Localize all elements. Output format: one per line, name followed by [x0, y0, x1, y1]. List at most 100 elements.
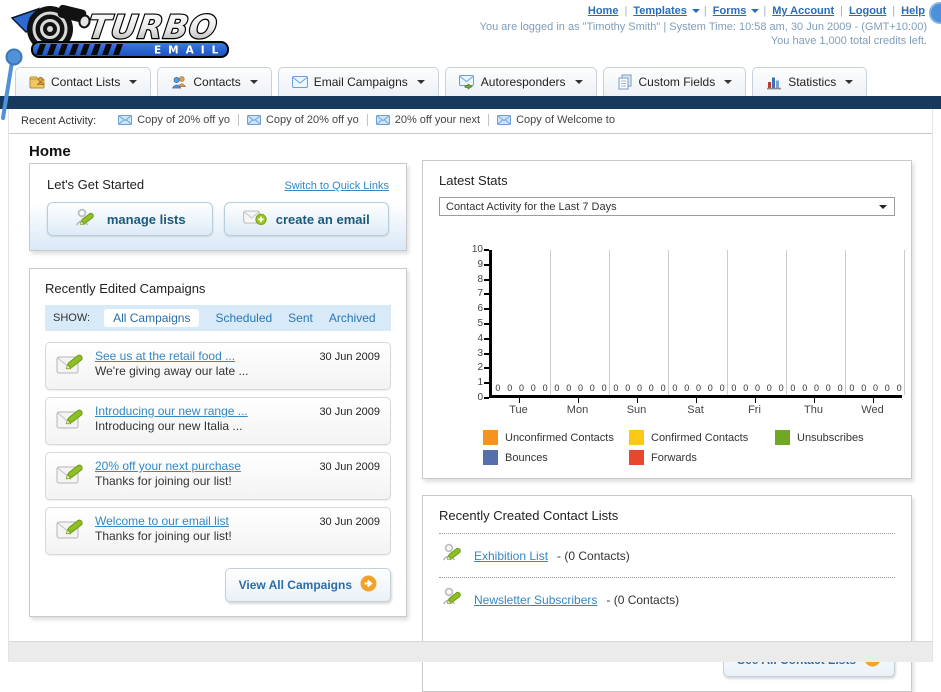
recent-activity-item[interactable]: Copy of Welcome to	[489, 114, 623, 126]
top-nav-link-home[interactable]: Home	[588, 5, 619, 17]
chevron-down-icon	[751, 9, 760, 17]
chart-value-labels: 00000	[787, 383, 846, 393]
legend-item-forwards: Forwards	[629, 450, 775, 465]
tab-label: Email Campaigns	[313, 75, 408, 89]
recent-contact-lists-title: Recently Created Contact Lists	[439, 508, 619, 523]
chart-value-label: 0	[695, 383, 701, 393]
nav-separator: |	[624, 5, 628, 17]
legend-label: Unconfirmed Contacts	[505, 431, 614, 444]
chart-value-labels: 00000	[728, 383, 787, 393]
legend-swatch	[483, 450, 498, 465]
chevron-down-icon	[129, 80, 138, 88]
chart-value-label: 0	[861, 383, 867, 393]
tab-contact-lists[interactable]: Contact Lists	[15, 67, 152, 96]
top-nav-link-my-account[interactable]: My Account	[772, 5, 834, 17]
legend-label: Forwards	[651, 451, 697, 464]
campaign-date: 30 Jun 2009	[319, 351, 380, 363]
y-axis-tick	[484, 382, 489, 385]
envelope-pencil-icon	[56, 404, 86, 437]
view-all-campaigns-button[interactable]: View All Campaigns	[224, 568, 391, 602]
contact-list-row[interactable]: Newsletter Subscribers - (0 Contacts)	[439, 577, 895, 621]
y-axis-tick-label: 10	[471, 244, 483, 255]
top-nav-link-forms[interactable]: Forms	[713, 5, 747, 17]
contact-list-row[interactable]: Exhibition List - (0 Contacts)	[439, 533, 895, 577]
button-label: manage lists	[106, 211, 186, 227]
campaign-title-link[interactable]: 20% off your next purchase	[95, 459, 310, 474]
legend-item-unconfirmed-contacts: Unconfirmed Contacts	[483, 430, 629, 445]
switch-to-quick-links-link[interactable]: Switch to Quick Links	[284, 180, 389, 192]
stats-period-select[interactable]: Contact Activity for the Last 7 Days	[439, 197, 895, 216]
chart-value-labels: 00000	[669, 383, 728, 393]
nav-separator: |	[840, 5, 844, 17]
top-nav-link-templates[interactable]: Templates	[633, 5, 687, 17]
chart-value-label: 0	[790, 383, 796, 393]
legend-label: Bounces	[505, 451, 548, 464]
y-axis-tick-label: 7	[477, 288, 483, 300]
tab-label: Contact Lists	[51, 75, 121, 89]
y-axis-tick	[484, 337, 489, 340]
chevron-down-icon	[416, 80, 425, 88]
chevron-down-icon	[691, 9, 700, 17]
page-title: Home	[29, 143, 71, 160]
chart-value-label: 0	[613, 383, 619, 393]
legend-item-bounces: Bounces	[483, 450, 629, 465]
tab-contacts[interactable]: Contacts	[157, 67, 272, 96]
filter-all-campaigns[interactable]: All Campaigns	[104, 309, 200, 327]
chevron-down-icon	[879, 205, 887, 213]
contact-list-count: - (0 Contacts)	[606, 592, 680, 607]
filter-scheduled[interactable]: Scheduled	[215, 311, 272, 325]
chart-value-label: 0	[636, 383, 642, 393]
person-pencil-icon	[441, 541, 465, 570]
y-axis-tick-label: 8	[477, 273, 483, 285]
chart-value-label: 0	[660, 383, 666, 393]
recent-activity-label: Recent Activity:	[21, 115, 97, 127]
contact-activity-chart: 0 1 2 3 4 5 6 7 8 9 10 0 0 0 0 0 0 0 0 0 0 0 0 0 0 0 0 0 0 0 0 0 0 0 0 0 0 0 0…	[463, 244, 905, 416]
campaign-row[interactable]: See us at the retail food ... We're givin…	[45, 342, 391, 390]
y-axis-tick	[484, 278, 489, 281]
campaign-row[interactable]: Welcome to our email list Thanks for join…	[45, 507, 391, 555]
campaign-subtitle: We're giving away our late ...	[95, 364, 249, 378]
chart-value-label: 0	[754, 383, 760, 393]
create-an-email-button[interactable]: create an email	[223, 202, 389, 236]
chevron-down-icon	[724, 80, 733, 88]
chart-value-label: 0	[872, 383, 878, 393]
recent-activity-item[interactable]: 20% off your next	[368, 114, 490, 126]
chart-gridline	[550, 250, 551, 395]
campaign-title-link[interactable]: Introducing our new range ...	[95, 404, 310, 419]
manage-lists-button[interactable]: manage lists	[47, 202, 213, 236]
recent-activity-bar: Recent Activity: Copy of 20% off yo Copy …	[9, 109, 932, 134]
top-nav-link-help[interactable]: Help	[901, 5, 925, 17]
top-nav-link-logout[interactable]: Logout	[849, 5, 886, 17]
chart-value-label: 0	[778, 383, 784, 393]
session-line2: You have 1,000 total credits left.	[770, 35, 927, 47]
envelope-sm-icon	[246, 115, 261, 125]
chart-value-label: 0	[577, 383, 583, 393]
x-axis-label-tue: Tue	[489, 398, 548, 416]
recent-activity-item[interactable]: Copy of 20% off yo	[239, 114, 368, 126]
chart-value-label: 0	[554, 383, 560, 393]
campaign-title-link[interactable]: See us at the retail food ...	[95, 349, 310, 364]
tab-custom-fields[interactable]: Custom Fields	[602, 67, 747, 96]
navy-divider-bar	[0, 96, 941, 109]
campaign-row[interactable]: Introducing our new range ... Introducing…	[45, 397, 391, 445]
contact-list-link[interactable]: Newsletter Subscribers	[474, 593, 597, 607]
filter-sent[interactable]: Sent	[288, 311, 313, 325]
chart-value-labels: 00000	[551, 383, 610, 393]
chart-value-labels: 00000	[846, 383, 905, 393]
x-axis-label-sun: Sun	[607, 398, 666, 416]
filter-archived[interactable]: Archived	[329, 311, 376, 325]
logo-subtitle: EMAIL	[154, 45, 225, 57]
y-axis-tick-label: 5	[477, 318, 483, 329]
x-axis-label-fri: Fri	[725, 398, 784, 416]
legend-item-confirmed-contacts: Confirmed Contacts	[629, 430, 775, 445]
recent-activity-item[interactable]: Copy of 20% off yo	[110, 114, 239, 126]
get-started-panel: Let's Get Started Switch to Quick Links …	[29, 163, 407, 251]
contact-list-link[interactable]: Exhibition List	[474, 549, 548, 563]
campaign-title-link[interactable]: Welcome to our email list	[95, 514, 310, 529]
envelope-sm-icon	[118, 115, 133, 125]
tab-email-campaigns[interactable]: Email Campaigns	[277, 67, 439, 96]
legend-swatch	[629, 430, 644, 445]
campaign-row[interactable]: 20% off your next purchase Thanks for joi…	[45, 452, 391, 500]
tab-statistics[interactable]: Statistics	[752, 67, 868, 96]
tab-autoresponders[interactable]: Autoresponders	[444, 67, 597, 96]
